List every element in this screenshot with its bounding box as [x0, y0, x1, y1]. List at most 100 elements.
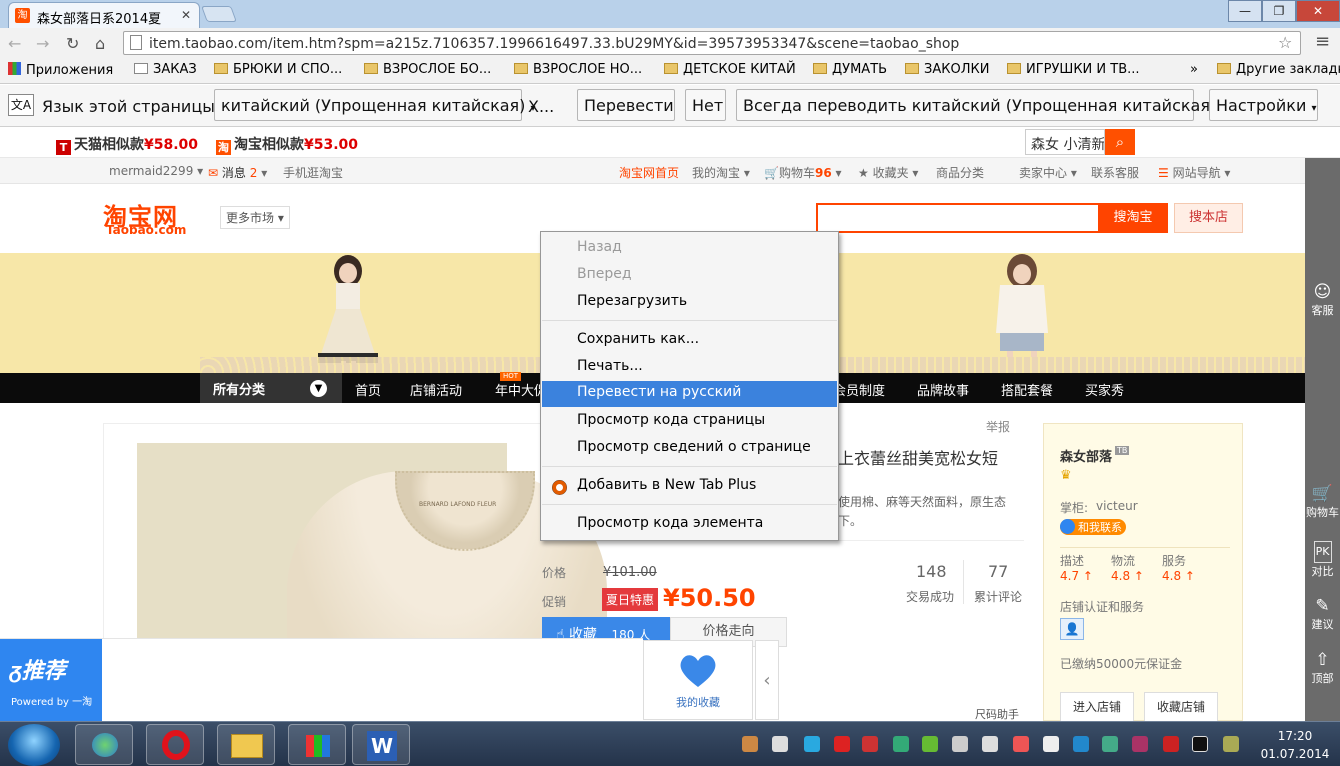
shop-name[interactable]: 森女部落: [1060, 446, 1112, 465]
customer-service-link[interactable]: 联系客服: [1091, 164, 1139, 181]
nav-home[interactable]: 首页: [355, 380, 381, 399]
bookmark-folder[interactable]: ВЗРОСЛОЕ БО...: [364, 62, 491, 77]
forward-arrow-icon[interactable]: →: [36, 34, 49, 53]
side-cart[interactable]: 🛒 购物车: [1305, 484, 1340, 520]
tray-icon[interactable]: [862, 736, 878, 752]
translate-settings-button[interactable]: Настройки ▾: [1209, 89, 1318, 121]
cart-link[interactable]: 🛒购物车96 ▾: [764, 164, 842, 181]
tray-icon[interactable]: [893, 736, 909, 752]
id-card-icon[interactable]: 👤: [1060, 618, 1084, 640]
always-translate-button[interactable]: Всегда переводить китайский (Упрощенная …: [736, 89, 1216, 121]
similar-search-input[interactable]: 森女 小清新: [1025, 129, 1105, 155]
bookmark-other[interactable]: Другие закладки: [1217, 62, 1340, 77]
menu-view-source[interactable]: Просмотр кода страницы: [542, 409, 837, 435]
site-search-input[interactable]: [816, 203, 1100, 233]
bookmark-folder[interactable]: ВЗРОСЛОЕ НО...: [514, 62, 642, 77]
nav-activities[interactable]: 店铺活动: [410, 380, 462, 399]
side-top[interactable]: ⇧ 顶部: [1305, 650, 1340, 686]
taobao-home-link[interactable]: 淘宝网首页: [619, 164, 679, 181]
apps-grid-icon[interactable]: [288, 724, 346, 765]
menu-forward[interactable]: Вперед: [542, 263, 837, 289]
recommend-logo[interactable]: ᵹ推荐 Powered by 一淘: [0, 639, 102, 722]
tray-icon[interactable]: [982, 736, 998, 752]
search-taobao-button[interactable]: 搜淘宝: [1098, 203, 1168, 233]
battery-icon[interactable]: [1043, 736, 1059, 752]
taobao-similar-link[interactable]: 淘淘宝相似款¥53.00: [216, 134, 358, 155]
tray-icon[interactable]: [1013, 736, 1029, 752]
browser-tab-active[interactable]: 淘 森女部落日系2014夏 ✕: [8, 2, 200, 28]
bookmark-zakaz[interactable]: ЗАКАЗ: [134, 62, 197, 77]
contact-seller-button[interactable]: 和我联系: [1060, 519, 1126, 535]
mobile-taobao-link[interactable]: 手机逛淘宝: [283, 164, 343, 181]
seller-center-link[interactable]: 卖家中心 ▾: [1019, 164, 1077, 181]
tray-icon[interactable]: [922, 736, 938, 752]
volume-icon[interactable]: [1223, 736, 1239, 752]
favorite-shop-button[interactable]: 收藏店铺: [1144, 692, 1218, 722]
nav-brand-story[interactable]: 品牌故事: [917, 380, 969, 399]
maximize-window-button[interactable]: ❐: [1262, 0, 1296, 22]
chrome-menu-icon[interactable]: ≡: [1315, 31, 1330, 52]
menu-save-as[interactable]: Сохранить как...: [542, 328, 837, 354]
close-window-button[interactable]: ✕: [1296, 0, 1340, 22]
bookmark-folder[interactable]: БРЮКИ И СПО...: [214, 62, 342, 77]
bookmark-folder[interactable]: ИГРУШКИ И ТВ...: [1007, 62, 1140, 77]
shopkeeper-name[interactable]: victeur: [1096, 499, 1138, 513]
bookmark-folder[interactable]: ЗАКОЛКИ: [905, 62, 989, 77]
side-suggest[interactable]: ✎ 建议: [1305, 596, 1340, 632]
chevron-down-icon[interactable]: ▼: [310, 380, 327, 397]
bookmark-star-icon[interactable]: ☆: [1278, 33, 1292, 52]
download-icon[interactable]: [804, 736, 820, 752]
no-translate-button[interactable]: Нет: [685, 89, 726, 121]
nav-outfits[interactable]: 搭配套餐: [1001, 380, 1053, 399]
tray-icon[interactable]: [1102, 736, 1118, 752]
search-icon[interactable]: ⌕: [1105, 129, 1135, 155]
tray-icon[interactable]: [1132, 736, 1148, 752]
tray-icon[interactable]: [952, 736, 968, 752]
bookmark-folder[interactable]: ДУМАТЬ: [813, 62, 887, 77]
size-helper-link[interactable]: 尺码助手: [975, 706, 1019, 722]
minimize-window-button[interactable]: —: [1228, 0, 1262, 22]
menu-reload[interactable]: Перезагрузить: [542, 290, 837, 316]
network-icon[interactable]: [75, 724, 133, 765]
bookmarks-overflow-button[interactable]: »: [1190, 62, 1198, 77]
translate-button[interactable]: Перевести: [577, 89, 675, 121]
user-name-link[interactable]: mermaid2299 ▾: [109, 164, 203, 178]
translate-more-link[interactable]: Х...: [528, 97, 554, 116]
more-markets-dropdown[interactable]: 更多市场 ▾: [220, 206, 290, 229]
word-icon[interactable]: W: [352, 724, 410, 765]
explorer-icon[interactable]: [217, 724, 275, 765]
menu-add-newtabplus[interactable]: Добавить в New Tab Plus: [542, 474, 837, 500]
windows-start-button[interactable]: [8, 724, 60, 766]
menu-page-info[interactable]: Просмотр сведений о странице: [542, 436, 837, 462]
taskbar-clock[interactable]: 17:20 01.07.2014: [1255, 727, 1335, 763]
bookmark-folder[interactable]: ДЕТСКОЕ КИТАЙ: [664, 62, 796, 77]
chevron-left-icon[interactable]: ‹: [755, 640, 779, 720]
side-compare[interactable]: PK 对比: [1305, 541, 1340, 579]
categories-link[interactable]: 商品分类: [936, 164, 984, 181]
site-map-link[interactable]: ☰ 网站导航 ▾: [1158, 164, 1230, 181]
display-icon[interactable]: [1192, 736, 1208, 752]
address-bar[interactable]: item.taobao.com/item.htm?spm=a215z.71063…: [123, 31, 1301, 55]
tray-icon[interactable]: [1163, 736, 1179, 752]
menu-translate-russian[interactable]: Перевести на русский: [542, 381, 837, 407]
back-arrow-icon[interactable]: ←: [8, 34, 21, 53]
my-taobao-link[interactable]: 我的淘宝 ▾: [692, 164, 750, 181]
opera-icon[interactable]: [146, 724, 204, 765]
tray-icon[interactable]: [742, 736, 758, 752]
bookmark-apps[interactable]: Приложения: [8, 62, 113, 78]
menu-inspect-element[interactable]: Просмотр кода элемента: [542, 512, 837, 538]
side-customer-service[interactable]: ☺ 客服: [1305, 282, 1340, 318]
menu-print[interactable]: Печать...: [542, 355, 837, 381]
menu-back[interactable]: Назад: [542, 236, 837, 262]
report-link[interactable]: 举报: [986, 418, 1010, 435]
close-tab-icon[interactable]: ✕: [181, 8, 191, 22]
acrobat-icon[interactable]: [834, 736, 850, 752]
reload-icon[interactable]: ↻: [66, 34, 79, 53]
signal-icon[interactable]: [772, 736, 788, 752]
new-tab-button[interactable]: [201, 6, 237, 22]
enter-shop-button[interactable]: 进入店铺: [1060, 692, 1134, 722]
source-language-select[interactable]: китайский (Упрощенная китайская) ▾: [214, 89, 536, 121]
nav-membership[interactable]: 会员制度: [833, 380, 885, 399]
messages-link[interactable]: ✉ 消息 2 ▾: [208, 164, 267, 181]
tmall-similar-link[interactable]: T 天猫相似款¥58.00: [56, 134, 198, 155]
